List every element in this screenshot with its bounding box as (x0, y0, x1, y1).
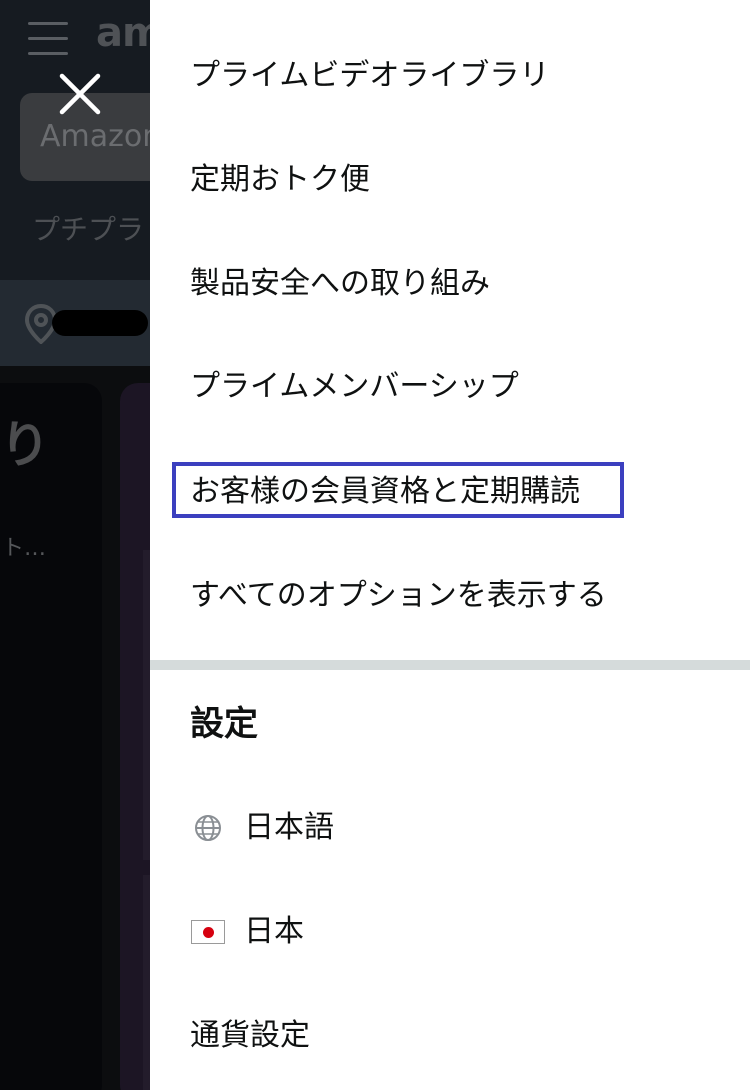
menu-item-product-safety[interactable]: 製品安全への取り組み (190, 264, 490, 304)
menu-item-see-all-options[interactable]: すべてのオプションを表示する (190, 576, 607, 616)
section-divider (150, 660, 750, 670)
close-drawer-button[interactable] (56, 70, 104, 118)
menu-item-subscribe-and-save[interactable]: 定期おトク便 (190, 160, 370, 200)
page: am Amazon プチプラ り ト… プライムビデオライブラリ 定期おトク便 … (0, 0, 750, 1090)
settings-section-title: 設定 (190, 704, 258, 744)
redacted-address (52, 310, 148, 336)
close-icon (59, 73, 101, 115)
menu-item-memberships-and-subscriptions[interactable]: お客様の会員資格と定期購読 (190, 472, 580, 512)
background-subnav-text: プチプラ (32, 213, 145, 246)
background-card-title: り (0, 416, 50, 474)
background-search-placeholder: Amazon (40, 119, 162, 154)
globe-icon (195, 815, 221, 841)
currency-setting[interactable]: 通貨設定 (190, 1016, 310, 1056)
menu-item-prime-membership[interactable]: プライムメンバーシップ (190, 367, 519, 407)
menu-item-prime-video-library[interactable]: プライムビデオライブラリ (190, 56, 549, 96)
country-setting[interactable]: 日本 (190, 912, 304, 952)
language-setting-label: 日本語 (244, 810, 334, 845)
language-setting[interactable]: 日本語 (190, 808, 334, 848)
background-card (0, 383, 102, 1090)
japan-flag-icon (191, 920, 225, 944)
background-card-subtitle: ト… (2, 536, 47, 561)
hamburger-icon (28, 22, 68, 56)
navigation-drawer: プライムビデオライブラリ 定期おトク便 製品安全への取り組み プライムメンバーシ… (150, 0, 750, 1090)
country-setting-label: 日本 (244, 914, 304, 949)
